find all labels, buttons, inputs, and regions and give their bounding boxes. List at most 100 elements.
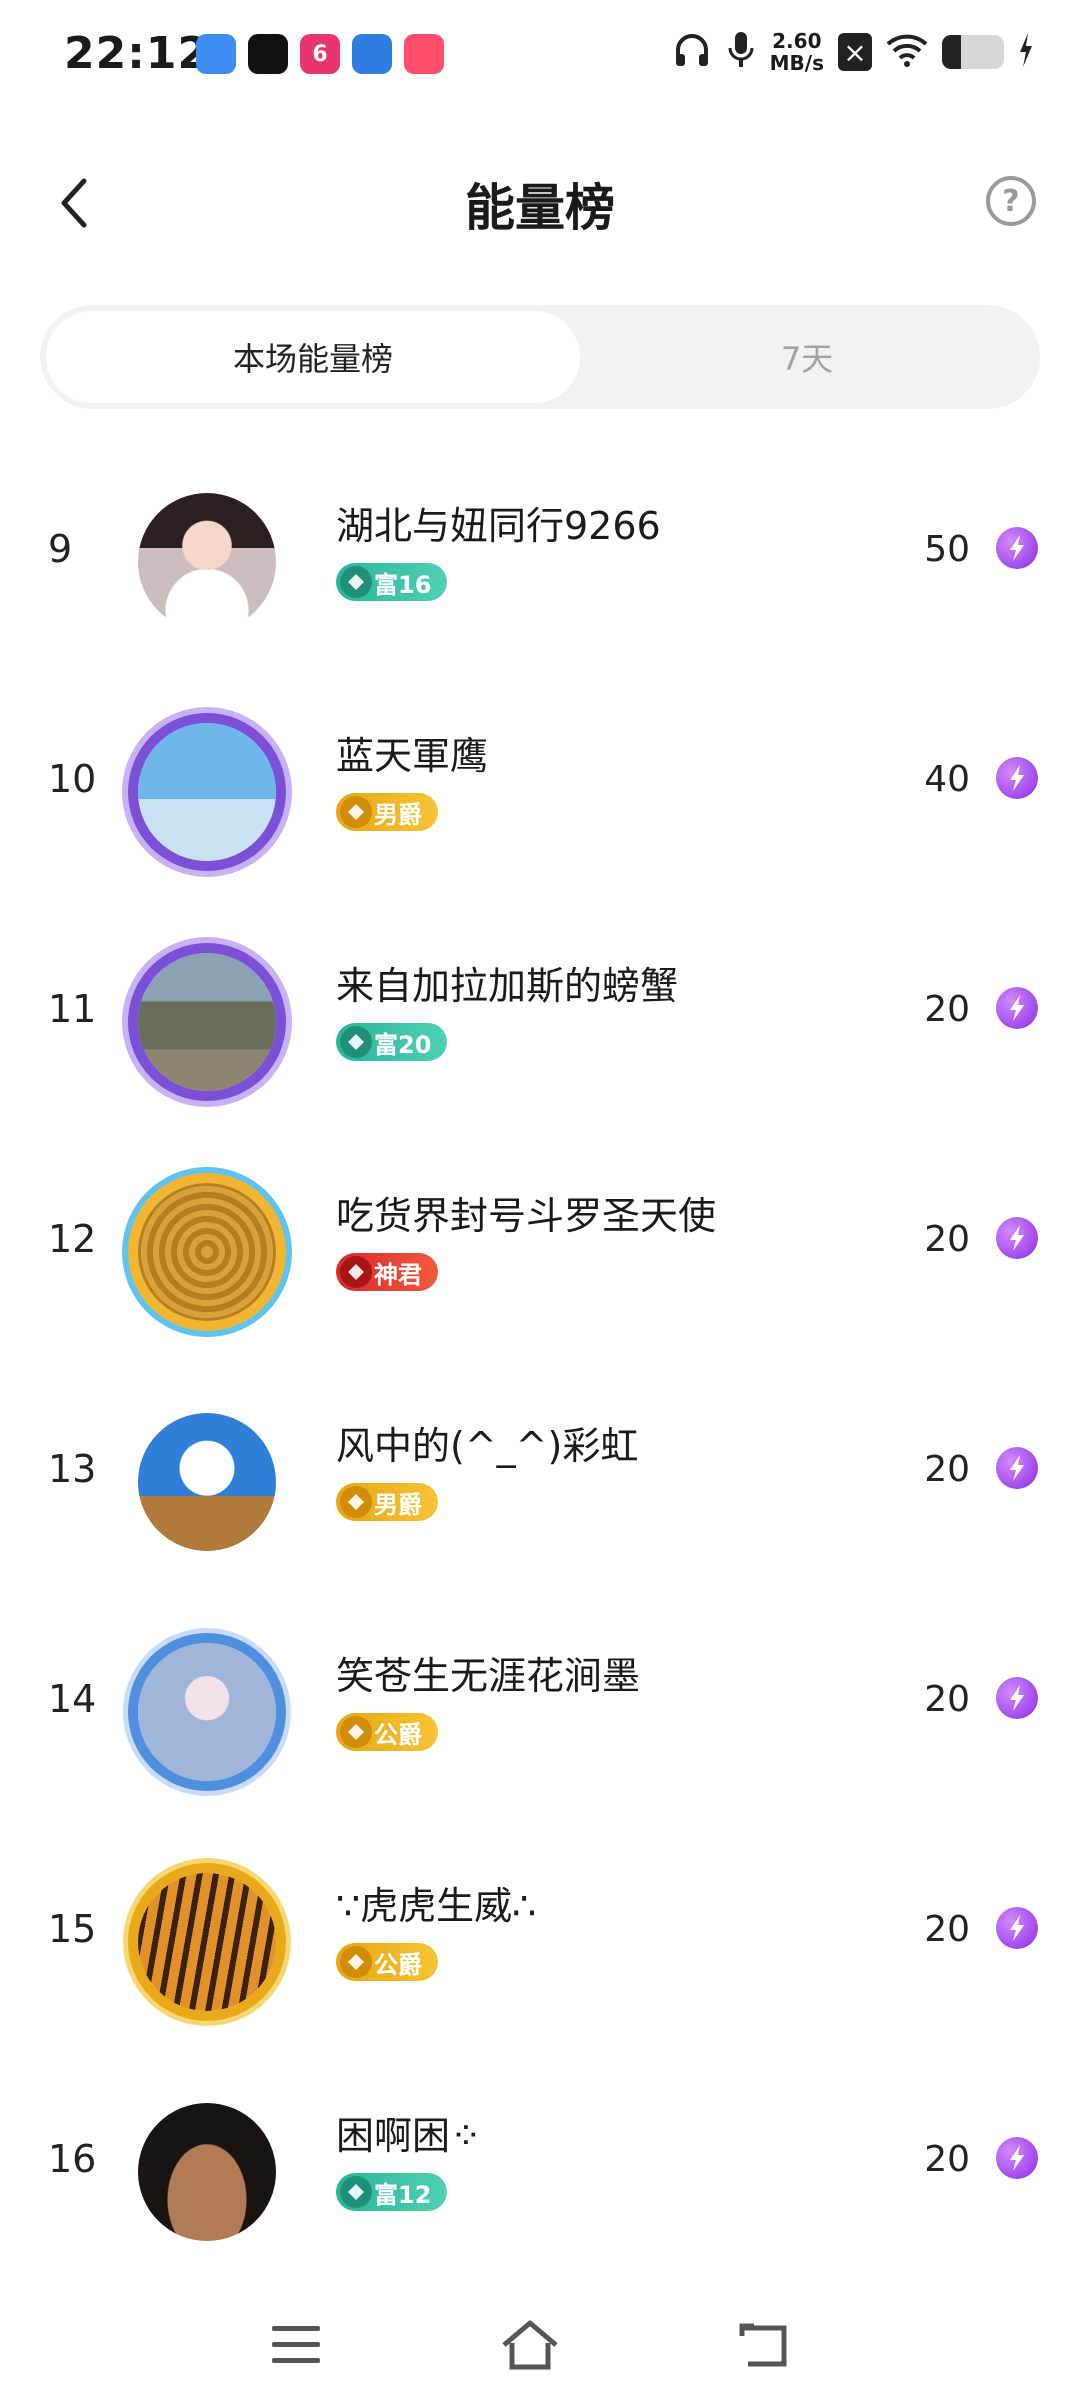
noble-rank-icon (340, 1946, 372, 1978)
ranking-list: 9 湖北与妞同行9266 富16 50 10 蓝天軍鹰 男爵 40 11 来自加… (0, 445, 1080, 2285)
level-badge: 富20 (336, 1023, 448, 1061)
rank-number: 9 (48, 527, 73, 571)
energy-score: 20 (924, 989, 970, 1030)
rank-number: 11 (48, 987, 97, 1031)
user-name: ∵虎虎生威∴ (336, 1884, 537, 1928)
badge-label: 男爵 (374, 1490, 422, 1519)
ranking-row[interactable]: 16 困啊困⁘ 富12 20 (0, 2055, 1080, 2285)
energy-bolt-icon (996, 987, 1038, 1029)
tab-7-days[interactable]: 7天 (580, 311, 1034, 403)
noble-rank-icon (340, 1486, 372, 1518)
avatar[interactable] (122, 1167, 292, 1337)
badge-label: 公爵 (374, 1720, 422, 1749)
home-icon (502, 2320, 558, 2370)
status-indicators: 2.60 MB/s × (672, 30, 1034, 74)
avatar-jet (138, 723, 276, 861)
status-bar: 22:12 6 2.60 MB/s × (0, 0, 1080, 110)
avatar[interactable] (122, 1627, 292, 1797)
energy-bolt-icon (996, 1907, 1038, 1949)
network-speed-value: 2.60 (772, 29, 822, 53)
avatar[interactable] (122, 1857, 292, 2027)
ranking-row[interactable]: 11 来自加拉加斯的螃蟹 富20 20 (0, 905, 1080, 1135)
tab-current-session[interactable]: 本场能量榜 (46, 311, 580, 403)
page-title: 能量榜 (465, 179, 615, 237)
avatar-muscle (138, 2103, 276, 2241)
avatar-sky (138, 1413, 276, 1551)
noble-rank-icon (340, 1716, 372, 1748)
header: 能量榜 ? (0, 150, 1080, 260)
level-badge: 富12 (336, 2173, 448, 2211)
microphone-icon (726, 30, 756, 74)
user-name: 吃货界封号斗罗圣天使 (336, 1194, 717, 1238)
ranking-row[interactable]: 13 风中的(^_^)彩虹 男爵 20 (0, 1365, 1080, 1595)
files-app-icon (196, 34, 236, 74)
charging-icon (1018, 33, 1034, 71)
avatar[interactable] (122, 937, 292, 1107)
avatar[interactable] (122, 2087, 292, 2257)
help-button[interactable]: ? (986, 176, 1036, 226)
rank-number: 16 (48, 2137, 97, 2181)
level-badge: 男爵 (336, 793, 438, 831)
avatar-food (138, 1183, 276, 1321)
energy-score: 40 (924, 759, 970, 800)
period-tabs: 本场能量榜 7天 (40, 305, 1040, 409)
level-badge: 公爵 (336, 1943, 438, 1981)
back-nav-button[interactable] (724, 2310, 804, 2380)
ranking-row[interactable]: 12 吃货界封号斗罗圣天使 神君 20 (0, 1135, 1080, 1365)
energy-bolt-icon (996, 1677, 1038, 1719)
avatar-girl (138, 493, 276, 631)
user-name: 蓝天軍鹰 (336, 734, 489, 778)
badge-label: 男爵 (374, 800, 422, 829)
rank-number: 14 (48, 1677, 97, 1721)
headphones-icon (672, 30, 712, 74)
menu-button[interactable] (256, 2310, 336, 2380)
avatar[interactable] (122, 707, 292, 877)
energy-bolt-icon (996, 757, 1038, 799)
status-app-icons: 6 (196, 34, 444, 74)
network-speed: 2.60 MB/s (770, 30, 824, 74)
browser-app-icon (352, 34, 392, 74)
user-name: 困啊困⁘ (336, 2114, 482, 2158)
status-time: 22:12 (64, 28, 210, 79)
avatar[interactable] (122, 1397, 292, 1567)
energy-bolt-icon (996, 527, 1038, 569)
energy-score: 20 (924, 1679, 970, 1720)
energy-score: 20 (924, 1909, 970, 1950)
menu-icon (272, 2326, 320, 2363)
return-icon (739, 2323, 787, 2367)
avatar[interactable] (122, 477, 292, 647)
badge-label: 公爵 (374, 1950, 422, 1979)
level-badge: 男爵 (336, 1483, 438, 1521)
rank-number: 15 (48, 1907, 97, 1951)
avatar-landscape (138, 953, 276, 1091)
ranking-row[interactable]: 14 笑苍生无涯花涧墨 公爵 20 (0, 1595, 1080, 1825)
level-badge: 神君 (336, 1253, 438, 1291)
six-app-icon: 6 (300, 34, 340, 74)
rank-number: 12 (48, 1217, 97, 1261)
energy-bolt-icon (996, 2137, 1038, 2179)
user-name: 风中的(^_^)彩虹 (336, 1424, 639, 1468)
battery-icon (942, 35, 1004, 69)
badge-label: 富12 (374, 2180, 432, 2209)
question-icon: ? (1002, 183, 1020, 219)
energy-bolt-icon (996, 1217, 1038, 1259)
avatar-anime (138, 1643, 276, 1781)
god-rank-icon (340, 1256, 372, 1288)
energy-score: 20 (924, 1219, 970, 1260)
rich-level-icon (340, 2176, 372, 2208)
avatar-tiger (138, 1873, 276, 2011)
ranking-row[interactable]: 15 ∵虎虎生威∴ 公爵 20 (0, 1825, 1080, 2055)
badge-label: 富20 (374, 1030, 432, 1059)
home-button[interactable] (490, 2310, 570, 2380)
wifi-icon (886, 32, 928, 72)
tiktok-app-icon (248, 34, 288, 74)
energy-score: 50 (924, 529, 970, 570)
rank-number: 13 (48, 1447, 97, 1491)
ranking-row[interactable]: 9 湖北与妞同行9266 富16 50 (0, 445, 1080, 675)
level-badge: 公爵 (336, 1713, 438, 1751)
badge-label: 富16 (374, 570, 432, 599)
user-name: 湖北与妞同行9266 (336, 504, 661, 548)
network-speed-unit: MB/s (769, 51, 824, 75)
ranking-row[interactable]: 10 蓝天軍鹰 男爵 40 (0, 675, 1080, 905)
no-sim-icon: × (838, 33, 872, 71)
